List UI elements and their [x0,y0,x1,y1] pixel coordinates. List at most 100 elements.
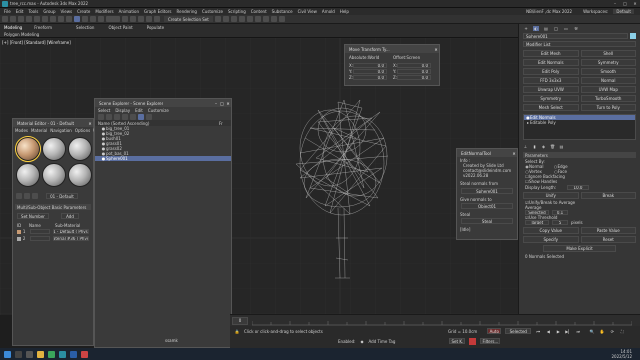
utilities-tab-icon[interactable]: ⚒ [573,26,579,31]
motion-tab-icon[interactable]: ◯ [553,26,559,31]
modify-tab-icon[interactable]: ◐ [533,25,539,31]
key-filter-select[interactable]: Selected [505,328,532,334]
angle-snap-icon[interactable] [138,16,144,22]
color-swatch-icon[interactable] [17,236,21,241]
material-slot-1[interactable] [15,136,41,162]
browser-icon[interactable] [48,350,55,358]
render-icon[interactable] [278,16,285,22]
hierarchy-tab-icon[interactable]: ▤ [543,26,549,31]
mod-button-edit-normals[interactable]: Edit Normals [523,59,579,66]
file-explorer-icon[interactable] [37,350,44,358]
configure-sets-icon[interactable]: ▤ [559,144,564,149]
rendered-frame-icon[interactable] [270,16,277,22]
menu-item-group[interactable]: Group [43,9,55,14]
close-icon[interactable]: ✕ [433,47,439,52]
minimize-icon[interactable]: – [610,1,620,6]
orbit-icon[interactable]: ⟳ [609,329,615,334]
material-slot-6[interactable] [68,163,92,187]
target-button[interactable]: Target [525,220,549,225]
user-account[interactable]: NB\ilienF ,dc Max 2022 [526,9,572,14]
menu-select[interactable]: Select [98,108,110,113]
snaps-toggle-icon[interactable] [130,16,136,22]
modifier-list-dropdown[interactable]: Modifier List [523,41,636,47]
menu-item-graph-editors[interactable]: Graph Editors [144,9,171,14]
submat-name-field[interactable] [30,229,50,234]
unlink-icon[interactable] [26,16,32,22]
menu-item-views[interactable]: Views [61,9,73,14]
set-key-icon[interactable] [469,337,477,345]
render-setup-icon[interactable] [262,16,269,22]
lock-selection-icon[interactable]: 🔒 [234,329,240,334]
close-icon[interactable]: ✕ [511,151,517,156]
maximize-icon[interactable]: □ [620,1,630,6]
abs-x-field[interactable]: 0.0 [353,62,387,68]
media-icon[interactable] [81,350,88,358]
menu-item-tools[interactable]: Tools [28,9,38,14]
mod-button-shell[interactable]: Shell [580,50,636,57]
column-frozen-header[interactable]: Fr [219,121,231,126]
menu-item-rendering[interactable]: Rendering [177,9,197,14]
submat-button[interactable]: Material #36 ( Physic [52,236,89,241]
find-icon[interactable] [146,113,152,120]
color-swatch-icon[interactable] [17,229,21,234]
prev-frame-icon[interactable]: ◀ [545,329,551,334]
reference-coord-icon[interactable] [106,16,120,22]
menu-item-animation[interactable]: Animation [119,9,139,14]
material-slot-4[interactable] [16,163,40,187]
material-slot-2[interactable] [42,137,66,161]
material-editor-icon[interactable] [254,16,261,22]
copy-value-button[interactable]: Copy Value [523,227,579,234]
script-listener-mini[interactable]: ssamk [165,338,178,343]
auto-key-button[interactable]: Auto [487,328,502,334]
selection-set-input[interactable]: Create Selection Set [164,16,213,22]
go-end-icon[interactable]: ⏭ [575,329,581,334]
next-frame-icon[interactable]: ▶▏ [565,329,571,334]
redo-icon[interactable] [10,16,16,22]
selection-region-icon[interactable] [58,16,64,22]
spinner-snap-icon[interactable] [154,16,160,22]
menu-item-substance[interactable]: Substance [272,9,293,14]
3dsmax-icon[interactable] [59,350,66,358]
mod-button-turn-to-poly[interactable]: Turn to Poly [580,104,636,111]
add-button[interactable]: Add [61,213,79,219]
menu-item-help[interactable]: Help [340,9,349,14]
select-object-icon[interactable] [42,16,48,22]
create-tab-icon[interactable]: + [523,26,529,31]
maximize-viewport-icon[interactable]: ⛶ [619,329,625,334]
align-icon[interactable] [222,16,229,22]
menu-customize[interactable]: Customize [148,108,169,113]
steal-from-button[interactable]: Sphere001 [461,188,513,194]
ribbon-sub-label[interactable]: Polygon Modeling [4,32,39,37]
assign-material-icon[interactable] [32,193,38,199]
menu-item-content[interactable]: Content [251,9,267,14]
break-button[interactable]: Break [580,192,636,199]
make-unique-icon[interactable]: ◈ [541,144,546,149]
mod-button-edit-poly[interactable]: Edit Poly [523,68,579,75]
move-icon[interactable] [74,16,80,22]
key-filters-button[interactable]: Filters... [480,338,501,344]
unify-button[interactable]: Unify [523,192,579,199]
display-cameras-icon[interactable] [130,113,136,120]
material-slot-5[interactable] [42,163,66,187]
material-slot-3[interactable] [68,137,92,161]
viewport-label[interactable]: [+] [Front] [Standard] [Wireframe] [2,40,71,45]
off-y-field[interactable]: 0.0 [397,68,431,74]
curve-editor-icon[interactable] [238,16,245,22]
menu-display[interactable]: Display [115,108,130,113]
zoom-icon[interactable]: 🔍 [589,329,595,334]
select-by-name-icon[interactable] [50,16,56,22]
rotate-icon[interactable] [82,16,88,22]
time-slider[interactable]: 0 [232,316,248,325]
close-icon[interactable]: ✕ [630,1,640,6]
mod-button-mesh-select[interactable]: Mesh Select [523,104,579,111]
remove-modifier-icon[interactable]: 🗑 [550,144,555,149]
close-icon[interactable]: ✕ [225,101,231,106]
menu-options[interactable]: Options [75,128,90,133]
pin-stack-icon[interactable]: ⊥ [523,144,528,149]
specify-button[interactable]: Specify [523,236,579,243]
windows-start-icon[interactable] [4,350,11,358]
material-name-field[interactable]: 01 - Default [46,193,78,199]
close-icon[interactable]: ✕ [87,121,93,126]
tree-item-selected[interactable]: ● Sphere001 [95,156,231,161]
rollout-header[interactable]: Multi/Sub-Object Basic Parameters [15,204,91,210]
